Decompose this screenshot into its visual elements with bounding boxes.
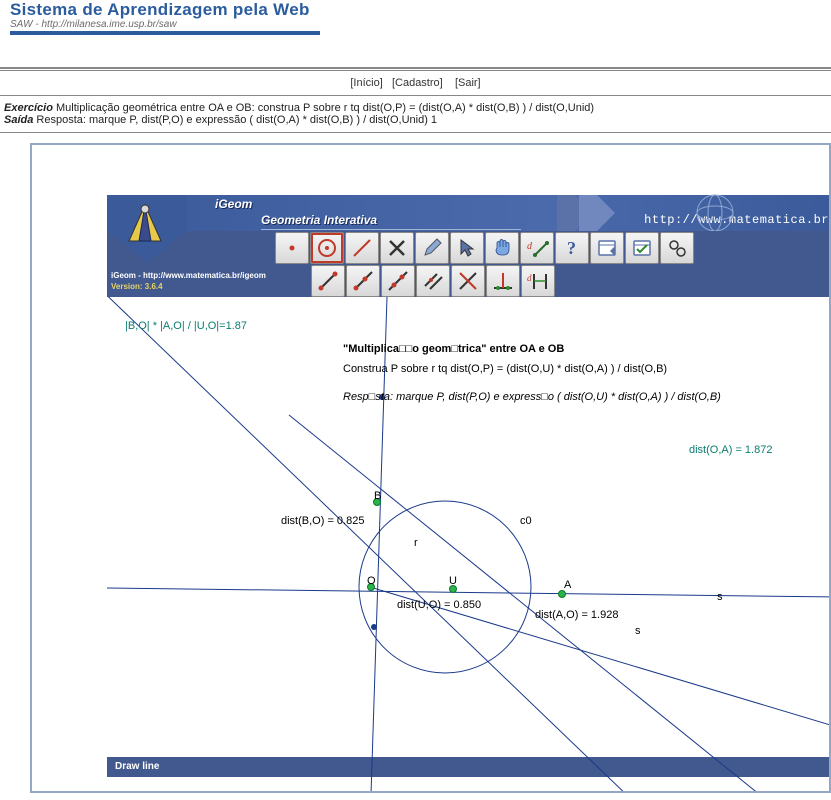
dist-bo-label: dist(B,O) = 0.825 (281, 515, 364, 527)
gears-icon (666, 237, 688, 259)
segment-icon (317, 270, 339, 292)
nav-cadastro[interactable]: [Cadastro] (392, 77, 443, 89)
output-text: Resposta: marque P, dist(P,O) e expressã… (36, 114, 437, 126)
nav-inicio[interactable]: [Início] (350, 77, 382, 89)
expr-label: |B,O| * |A,O| / |U,O|=1.87 (125, 320, 247, 332)
segment-tool[interactable] (311, 265, 345, 297)
nav-links: [Início] [Cadastro] [Sair] (0, 71, 831, 95)
toolbar-primary: d ? (107, 231, 831, 265)
applet-title: iGeom (215, 197, 252, 211)
point-icon (282, 238, 302, 258)
options-tool[interactable] (660, 232, 694, 264)
exercise-label: Exercício (4, 102, 53, 114)
applet-banner: iGeom Geometria Interativa http://www.ma… (107, 195, 831, 231)
point-a-label: A (564, 579, 571, 591)
hand-icon (491, 237, 513, 259)
svg-text:d: d (527, 273, 532, 283)
svg-text:d: d (527, 241, 533, 252)
exercise-text: Multiplicação geométrica entre OA e OB: … (56, 102, 594, 114)
measure-icon: d (525, 237, 549, 259)
intersect-tool[interactable] (451, 265, 485, 297)
open-tool[interactable] (590, 232, 624, 264)
circle-target-icon (316, 237, 338, 259)
cursor-icon (456, 237, 478, 259)
distance-tool[interactable]: d (521, 265, 555, 297)
hand-tool[interactable] (485, 232, 519, 264)
distance-icon: d (526, 270, 550, 292)
ray-tool[interactable] (346, 265, 380, 297)
folder-icon (596, 237, 618, 259)
dist-uo-label: dist(U,O) = 0.850 (397, 599, 481, 611)
delete-tool[interactable] (380, 232, 414, 264)
parallel-icon (422, 270, 444, 292)
help-tool[interactable]: ? (555, 232, 589, 264)
geometry-canvas[interactable]: |B,O| * |A,O| / |U,O|=1.87 "Multiplica□□… (107, 297, 831, 757)
applet-version: Version: 3.6.4 (111, 282, 311, 291)
header-logo: Sistema de Aprendizagem pela Web SAW - h… (0, 0, 831, 37)
save-icon (631, 237, 653, 259)
line-icon (351, 237, 373, 259)
dist-ao-label: dist(A,O) = 1.928 (535, 609, 618, 621)
line-tool[interactable] (345, 232, 379, 264)
compass-icon (117, 201, 173, 249)
svg-text:?: ? (567, 238, 576, 258)
x-icon (386, 237, 408, 259)
canvas-instruction: Construa P sobre r tq dist(O,P) = (dist(… (343, 363, 667, 375)
line-s-label: s (717, 591, 723, 603)
line-s2-label: s (635, 625, 641, 637)
dist-oa-label: dist(O,A) = 1.872 (689, 444, 772, 456)
point-b-label: B (374, 490, 381, 502)
applet-info: iGeom - http://www.matematica.br/igeom V… (107, 271, 311, 291)
line2-tool[interactable] (381, 265, 415, 297)
ray-icon (352, 270, 374, 292)
globe-icon (693, 191, 737, 235)
applet-info-url: iGeom - http://www.matematica.br/igeom (111, 271, 311, 280)
content-frame: iGeom Geometria Interativa http://www.ma… (30, 143, 831, 793)
canvas-title: "Multiplica□□o geom□trica" entre OA e OB (343, 343, 564, 355)
point-u-label: U (449, 575, 457, 587)
applet-subtitle: Geometria Interativa (261, 213, 377, 227)
banner-chevrons (557, 195, 627, 231)
circle-tool[interactable] (310, 232, 344, 264)
parallel-tool[interactable] (416, 265, 450, 297)
line-r-label: r (414, 537, 418, 549)
intersect-icon (457, 270, 479, 292)
select-tool[interactable] (450, 232, 484, 264)
site-subtitle: SAW - http://milanesa.ime.usp.br/saw (10, 19, 821, 30)
toolbar-secondary: iGeom - http://www.matematica.br/igeom V… (107, 265, 831, 297)
output-label: Saída (4, 114, 33, 126)
banner-underline (261, 229, 521, 230)
nav-sair[interactable]: [Sair] (455, 77, 481, 89)
site-title: Sistema de Aprendizagem pela Web (10, 0, 821, 20)
circle-c0-label: c0 (520, 515, 532, 527)
canvas-response: Resp□sta: marque P, dist(P,O) e express□… (343, 391, 721, 403)
save-tool[interactable] (625, 232, 659, 264)
perpendicular-tool[interactable] (486, 265, 520, 297)
edit-tool[interactable] (415, 232, 449, 264)
header-rule (10, 31, 320, 35)
exercise-block: Exercício Multiplicação geométrica entre… (0, 96, 831, 132)
line2-icon (387, 270, 409, 292)
point-o-label: O (367, 575, 376, 587)
help-icon: ? (561, 237, 583, 259)
point-tool[interactable] (275, 232, 309, 264)
perpendicular-icon (492, 270, 514, 292)
pencil-icon (421, 237, 443, 259)
divider (0, 132, 831, 133)
measure-tool[interactable]: d (520, 232, 554, 264)
igeom-applet: iGeom Geometria Interativa http://www.ma… (107, 195, 831, 777)
